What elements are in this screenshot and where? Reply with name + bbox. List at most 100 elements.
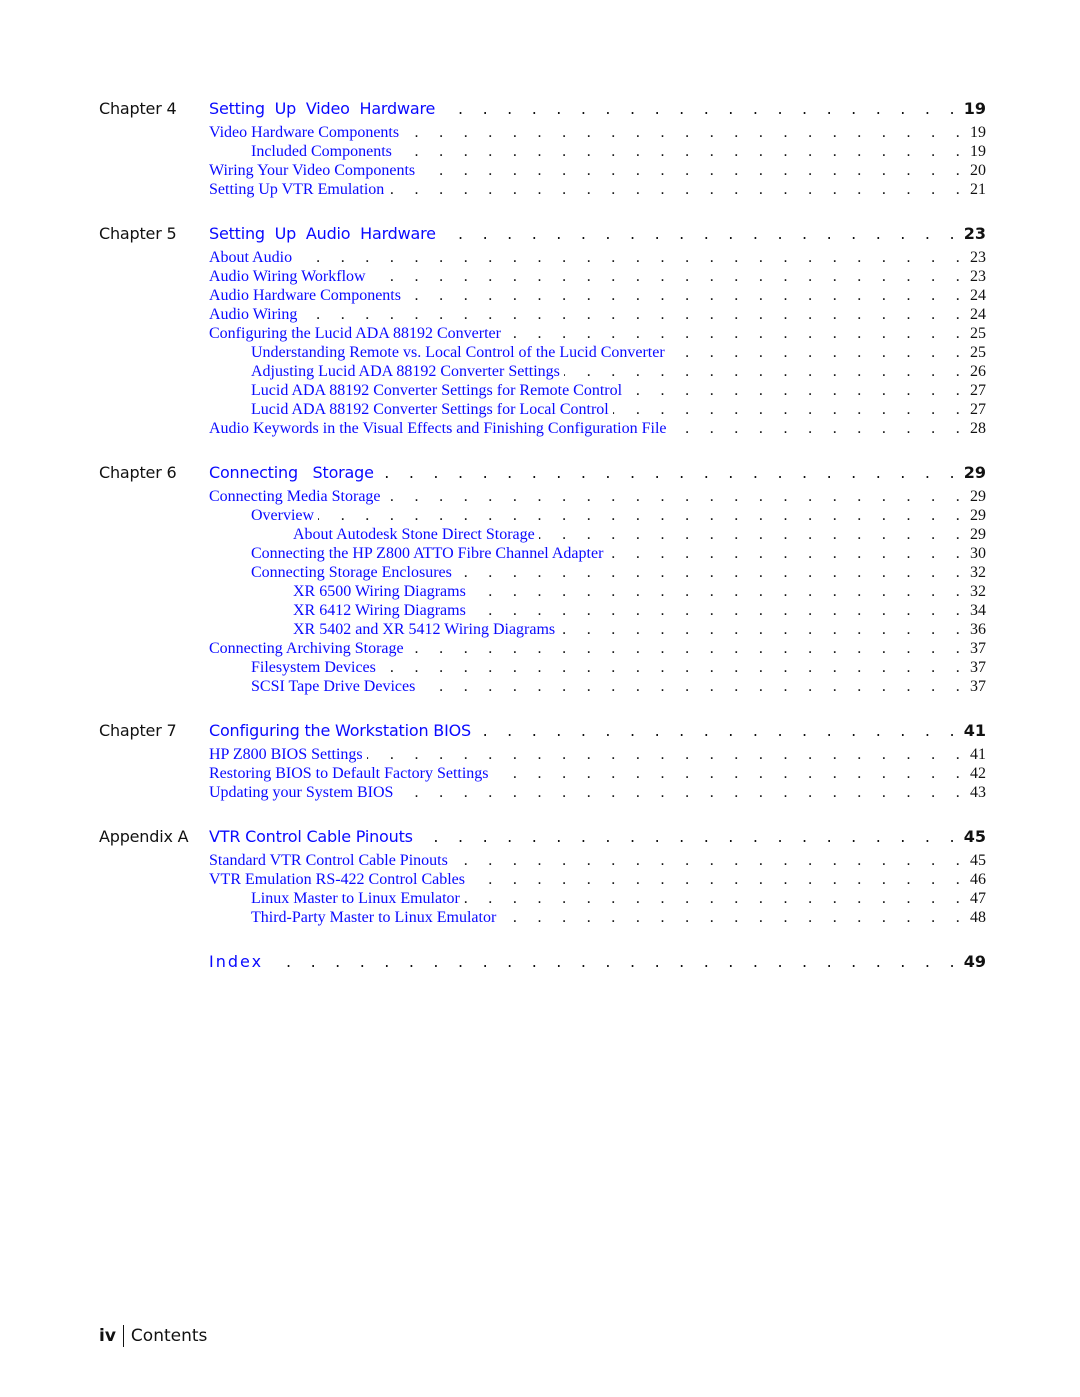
toc-entry-link[interactable]: Updating your System BIOS	[209, 783, 393, 802]
toc-entry[interactable]: Connecting Archiving Storage . . . . . .…	[209, 639, 986, 658]
toc-entry[interactable]: Lucid ADA 88192 Converter Settings for R…	[209, 381, 986, 400]
toc-entry-page-number[interactable]: 26	[970, 362, 986, 381]
toc-entry-link[interactable]: Included Components	[251, 142, 392, 161]
toc-entry[interactable]: VTR Emulation RS-422 Control Cables . . …	[209, 870, 986, 889]
toc-entry[interactable]: Connecting Storage Enclosures . . . . . …	[209, 563, 986, 582]
toc-entry-link[interactable]: HP Z800 BIOS Settings	[209, 745, 363, 764]
toc-entry-page-number[interactable]: 29	[970, 487, 986, 506]
toc-entry-page-number[interactable]: 24	[970, 286, 986, 305]
chapter-heading-row[interactable]: Appendix A VTR Control Cable Pinouts . . …	[99, 824, 986, 850]
toc-entry-link[interactable]: XR 6412 Wiring Diagrams	[293, 601, 466, 620]
chapter-page-number[interactable]: 41	[964, 718, 986, 744]
toc-entry-link[interactable]: XR 6500 Wiring Diagrams	[293, 582, 466, 601]
toc-entry[interactable]: XR 6412 Wiring Diagrams . . . . . . . . …	[209, 601, 986, 620]
toc-entry-page-number[interactable]: 32	[970, 563, 986, 582]
toc-entry-link[interactable]: SCSI Tape Drive Devices	[251, 677, 415, 696]
toc-entry-page-number[interactable]: 37	[970, 639, 986, 658]
chapter-page-number[interactable]: 45	[964, 824, 986, 850]
toc-entry-link[interactable]: Third-Party Master to Linux Emulator	[251, 908, 496, 927]
toc-entry-link[interactable]: Restoring BIOS to Default Factory Settin…	[209, 764, 489, 783]
toc-entry[interactable]: Wiring Your Video Components . . . . . .…	[209, 161, 986, 180]
chapter-title-link[interactable]: Index	[209, 949, 263, 975]
chapter-heading-row[interactable]: Chapter 5 Setting Up Audio Hardware . . .…	[99, 221, 986, 247]
toc-entry[interactable]: Included Components . . . . . . . . . . …	[209, 142, 986, 161]
toc-entry-link[interactable]: Linux Master to Linux Emulator	[251, 889, 460, 908]
toc-entry[interactable]: Overview . . . . . . . . . . . . . . . .…	[209, 506, 986, 525]
toc-entry-page-number[interactable]: 27	[970, 381, 986, 400]
toc-entry-page-number[interactable]: 24	[970, 305, 986, 324]
toc-entry-page-number[interactable]: 48	[970, 908, 986, 927]
toc-entry[interactable]: Audio Wiring Workflow . . . . . . . . . …	[209, 267, 986, 286]
chapter-title-link[interactable]: Setting Up Video Hardware	[209, 96, 435, 122]
toc-entry-link[interactable]: Standard VTR Control Cable Pinouts	[209, 851, 448, 870]
toc-entry-link[interactable]: Audio Wiring Workflow	[209, 267, 366, 286]
toc-entry[interactable]: SCSI Tape Drive Devices . . . . . . . . …	[209, 677, 986, 696]
toc-entry[interactable]: Audio Hardware Components . . . . . . . …	[209, 286, 986, 305]
toc-entry[interactable]: About Audio . . . . . . . . . . . . . . …	[209, 248, 986, 267]
toc-entry[interactable]: Standard VTR Control Cable Pinouts . . .…	[209, 851, 986, 870]
toc-entry-page-number[interactable]: 25	[970, 343, 986, 362]
toc-entry[interactable]: Setting Up VTR Emulation . . . . . . . .…	[209, 180, 986, 199]
toc-entry-link[interactable]: Video Hardware Components	[209, 123, 399, 142]
toc-entry-page-number[interactable]: 43	[970, 783, 986, 802]
toc-entry-link[interactable]: Connecting Media Storage	[209, 487, 381, 506]
toc-entry-link[interactable]: Audio Wiring	[209, 305, 297, 324]
toc-entry-link[interactable]: Filesystem Devices	[251, 658, 376, 677]
toc-entry-page-number[interactable]: 45	[970, 851, 986, 870]
chapter-heading-row[interactable]: Index . . . . . . . . . . . . . . . . . …	[99, 949, 986, 975]
chapter-heading-row[interactable]: Chapter 7 Configuring the Workstation BIO…	[99, 718, 986, 744]
toc-entry-page-number[interactable]: 21	[970, 180, 986, 199]
toc-entry-page-number[interactable]: 28	[970, 419, 986, 438]
toc-entry-link[interactable]: Setting Up VTR Emulation	[209, 180, 384, 199]
toc-entry-page-number[interactable]: 25	[970, 324, 986, 343]
toc-entry-page-number[interactable]: 29	[970, 525, 986, 544]
toc-entry-link[interactable]: Overview	[251, 506, 314, 525]
chapter-page-number[interactable]: 29	[964, 460, 986, 486]
chapter-title-link[interactable]: Setting Up Audio Hardware	[209, 221, 436, 247]
chapter-page-number[interactable]: 19	[964, 96, 986, 122]
chapter-title-link[interactable]: VTR Control Cable Pinouts	[209, 824, 413, 850]
toc-entry[interactable]: Filesystem Devices . . . . . . . . . . .…	[209, 658, 986, 677]
toc-entry-page-number[interactable]: 29	[970, 506, 986, 525]
toc-entry-page-number[interactable]: 34	[970, 601, 986, 620]
toc-entry[interactable]: Lucid ADA 88192 Converter Settings for L…	[209, 400, 986, 419]
toc-entry-link[interactable]: Adjusting Lucid ADA 88192 Converter Sett…	[251, 362, 560, 381]
toc-entry-page-number[interactable]: 30	[970, 544, 986, 563]
chapter-title-link[interactable]: Connecting Storage	[209, 460, 374, 486]
toc-entry[interactable]: About Autodesk Stone Direct Storage . . …	[209, 525, 986, 544]
toc-entry-link[interactable]: Wiring Your Video Components	[209, 161, 415, 180]
toc-entry[interactable]: Third-Party Master to Linux Emulator . .…	[209, 908, 986, 927]
toc-entry-link[interactable]: Configuring the Lucid ADA 88192 Converte…	[209, 324, 501, 343]
toc-entry[interactable]: XR 6500 Wiring Diagrams . . . . . . . . …	[209, 582, 986, 601]
toc-entry-page-number[interactable]: 37	[970, 658, 986, 677]
toc-entry-link[interactable]: Understanding Remote vs. Local Control o…	[251, 343, 665, 362]
toc-entry-page-number[interactable]: 23	[970, 267, 986, 286]
toc-entry-page-number[interactable]: 20	[970, 161, 986, 180]
toc-entry-page-number[interactable]: 32	[970, 582, 986, 601]
toc-entry[interactable]: Connecting Media Storage . . . . . . . .…	[209, 487, 986, 506]
chapter-page-number[interactable]: 49	[964, 949, 986, 975]
toc-entry-link[interactable]: Connecting Storage Enclosures	[251, 563, 452, 582]
chapter-heading-row[interactable]: Chapter 6 Connecting Storage . . . . . . …	[99, 460, 986, 486]
toc-entry[interactable]: Adjusting Lucid ADA 88192 Converter Sett…	[209, 362, 986, 381]
toc-entry[interactable]: XR 5402 and XR 5412 Wiring Diagrams . . …	[209, 620, 986, 639]
toc-entry-link[interactable]: Connecting the HP Z800 ATTO Fibre Channe…	[251, 544, 603, 563]
toc-entry-page-number[interactable]: 19	[970, 142, 986, 161]
toc-entry-page-number[interactable]: 27	[970, 400, 986, 419]
toc-entry-page-number[interactable]: 23	[970, 248, 986, 267]
toc-entry[interactable]: Audio Wiring . . . . . . . . . . . . . .…	[209, 305, 986, 324]
toc-entry[interactable]: Audio Keywords in the Visual Effects and…	[209, 419, 986, 438]
toc-entry-link[interactable]: VTR Emulation RS-422 Control Cables	[209, 870, 465, 889]
toc-entry-page-number[interactable]: 41	[970, 745, 986, 764]
toc-entry[interactable]: HP Z800 BIOS Settings . . . . . . . . . …	[209, 745, 986, 764]
toc-entry-page-number[interactable]: 42	[970, 764, 986, 783]
toc-entry[interactable]: Linux Master to Linux Emulator . . . . .…	[209, 889, 986, 908]
chapter-page-number[interactable]: 23	[964, 221, 986, 247]
chapter-title-link[interactable]: Configuring the Workstation BIOS	[209, 718, 471, 744]
toc-entry-page-number[interactable]: 36	[970, 620, 986, 639]
toc-entry-page-number[interactable]: 37	[970, 677, 986, 696]
chapter-heading-row[interactable]: Chapter 4 Setting Up Video Hardware . . .…	[99, 96, 986, 122]
toc-entry-page-number[interactable]: 47	[970, 889, 986, 908]
toc-entry-link[interactable]: Connecting Archiving Storage	[209, 639, 404, 658]
toc-entry[interactable]: Understanding Remote vs. Local Control o…	[209, 343, 986, 362]
